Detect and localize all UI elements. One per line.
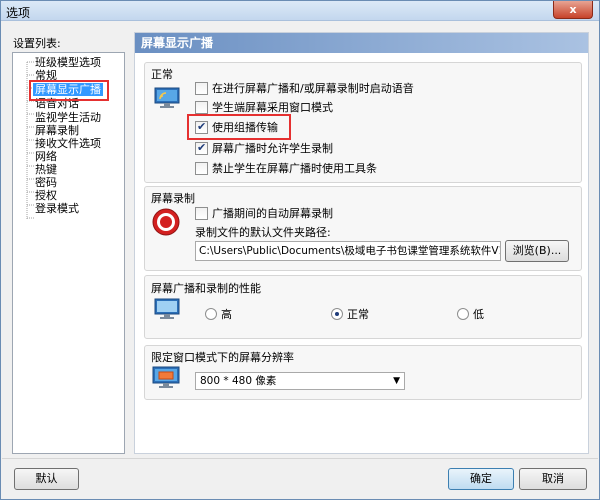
perf-low-radio[interactable] — [457, 308, 469, 320]
start-voice-checkbox[interactable] — [195, 81, 208, 95]
window-mode-checkbox[interactable] — [195, 100, 208, 114]
close-button[interactable]: x — [553, 1, 593, 19]
tree-item-screen-record[interactable]: 屏幕录制 — [35, 124, 79, 137]
option-window-mode[interactable]: 学生端屏幕采用窗口模式 — [195, 100, 333, 114]
default-path-field[interactable]: C:\Users\Public\Documents\极域电子书包课堂管理系统软件… — [195, 241, 501, 261]
default-button[interactable]: 默认 — [14, 468, 79, 490]
window-title: 选项 — [6, 6, 31, 20]
disable-toolbar-label: 禁止学生在屏幕广播时使用工具条 — [212, 162, 377, 175]
browse-button[interactable]: 浏览(B)... — [505, 240, 569, 262]
allow-record-label: 屏幕广播时允许学生录制 — [212, 142, 333, 155]
tree-item-password[interactable]: 密码 — [35, 176, 57, 189]
window-mode-label: 学生端屏幕采用窗口模式 — [212, 101, 333, 114]
perf-high-radio[interactable] — [205, 308, 217, 320]
perf-option-normal[interactable]: 正常 — [331, 307, 369, 321]
group-resolution-title: 限定窗口模式下的屏幕分辨率 — [151, 351, 294, 364]
start-voice-label: 在进行屏幕广播和/或屏幕录制时启动语音 — [212, 82, 414, 95]
option-disable-toolbar[interactable]: 禁止学生在屏幕广播时使用工具条 — [195, 161, 377, 175]
record-icon — [152, 208, 180, 236]
bottom-separator — [2, 458, 598, 459]
ok-button[interactable]: 确定 — [448, 468, 514, 490]
tree-item-monitor[interactable]: 监视学生活动 — [35, 111, 101, 124]
perf-high-label: 高 — [221, 308, 232, 321]
tree-item-license[interactable]: 授权 — [35, 189, 57, 202]
performance-monitor-icon — [154, 298, 180, 319]
group-performance-title: 屏幕广播和录制的性能 — [151, 282, 261, 295]
cancel-button[interactable]: 取消 — [519, 468, 587, 490]
tree-item-class-model[interactable]: 班级模型选项 — [35, 56, 101, 69]
perf-normal-radio[interactable] — [331, 308, 343, 320]
chevron-down-icon: ▼ — [393, 376, 400, 386]
resolution-monitor-icon — [152, 366, 180, 388]
tree-item-login-mode[interactable]: 登录模式 — [35, 202, 79, 215]
group-recording-title: 屏幕录制 — [151, 192, 195, 205]
tree-item-receive-file[interactable]: 接收文件选项 — [35, 137, 101, 150]
tree-item-hotkeys[interactable]: 热键 — [35, 163, 57, 176]
perf-low-label: 低 — [473, 308, 484, 321]
perf-option-low[interactable]: 低 — [457, 307, 484, 321]
tree-item-network[interactable]: 网络 — [35, 150, 57, 163]
perf-option-high[interactable]: 高 — [205, 307, 232, 321]
perf-normal-label: 正常 — [347, 308, 369, 321]
auto-record-label: 广播期间的自动屏幕录制 — [212, 207, 333, 220]
resolution-select[interactable]: 800 * 480 像素 ▼ — [195, 372, 405, 390]
settings-list-label: 设置列表: — [13, 37, 61, 50]
option-auto-record[interactable]: 广播期间的自动屏幕录制 — [195, 206, 333, 220]
multicast-highlight-box — [187, 114, 291, 140]
auto-record-checkbox[interactable] — [195, 206, 208, 220]
group-normal-title: 正常 — [151, 68, 173, 81]
option-start-voice[interactable]: 在进行屏幕广播和/或屏幕录制时启动语音 — [195, 81, 414, 95]
panel-header: 屏幕显示广播 — [135, 33, 588, 53]
tree-selection-highlight-box — [29, 80, 109, 101]
resolution-value: 800 * 480 像素 — [200, 375, 277, 387]
title-bar[interactable]: 选项 x — [1, 1, 599, 21]
broadcast-monitor-icon — [154, 87, 180, 108]
options-window: 选项 x 设置列表: 班级模型选项 常规 屏幕显示广播 语音对话 监视学生活动 … — [0, 0, 600, 500]
settings-tree: 班级模型选项 常规 屏幕显示广播 语音对话 监视学生活动 屏幕录制 接收文件选项… — [12, 52, 125, 454]
disable-toolbar-checkbox[interactable] — [195, 161, 208, 175]
option-allow-record[interactable]: 屏幕广播时允许学生录制 — [195, 141, 333, 155]
default-path-label: 录制文件的默认文件夹路径: — [195, 226, 331, 239]
allow-record-checkbox[interactable] — [195, 141, 208, 155]
